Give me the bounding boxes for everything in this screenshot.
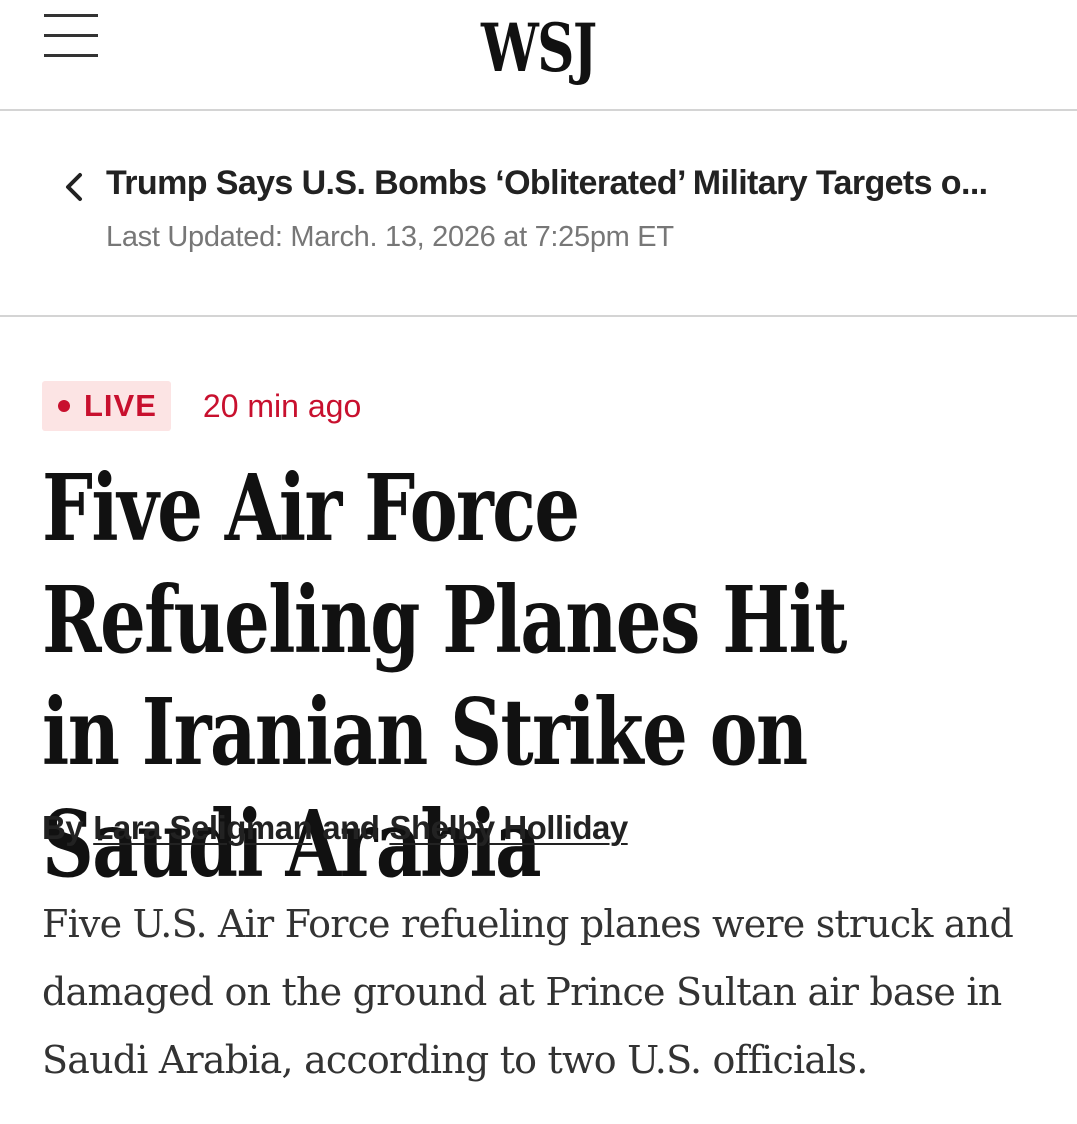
top-bar: WSJ (0, 0, 1077, 111)
article-summary: Five U.S. Air Force refueling planes wer… (42, 902, 1014, 1082)
live-badge: LIVE (42, 381, 171, 431)
live-time-ago: 20 min ago (202, 387, 362, 424)
hamburger-menu-icon[interactable] (44, 14, 98, 60)
live-status-row: LIVE 20 min ago (42, 380, 361, 432)
parent-article-title[interactable]: Trump Says U.S. Bombs ‘Obliterated’ Mili… (106, 161, 1026, 205)
chevron-left-icon[interactable] (62, 167, 86, 207)
byline: By Lara Seligman and Shelby Holliday (42, 806, 628, 850)
back-navigation: Trump Says U.S. Bombs ‘Obliterated’ Mili… (0, 111, 1077, 317)
byline-prefix: By (42, 809, 84, 846)
live-dot-icon (58, 400, 70, 412)
wsj-logo[interactable]: WSJ (118, 0, 958, 96)
last-updated-timestamp: Last Updated: March. 13, 2026 at 7:25pm … (106, 221, 674, 253)
author-link-lara-seligman[interactable]: Lara Seligman (93, 809, 313, 846)
byline-conjunction: and (322, 809, 380, 846)
live-label: LIVE (84, 388, 157, 423)
author-link-shelby-holliday[interactable]: Shelby Holliday (389, 809, 628, 846)
